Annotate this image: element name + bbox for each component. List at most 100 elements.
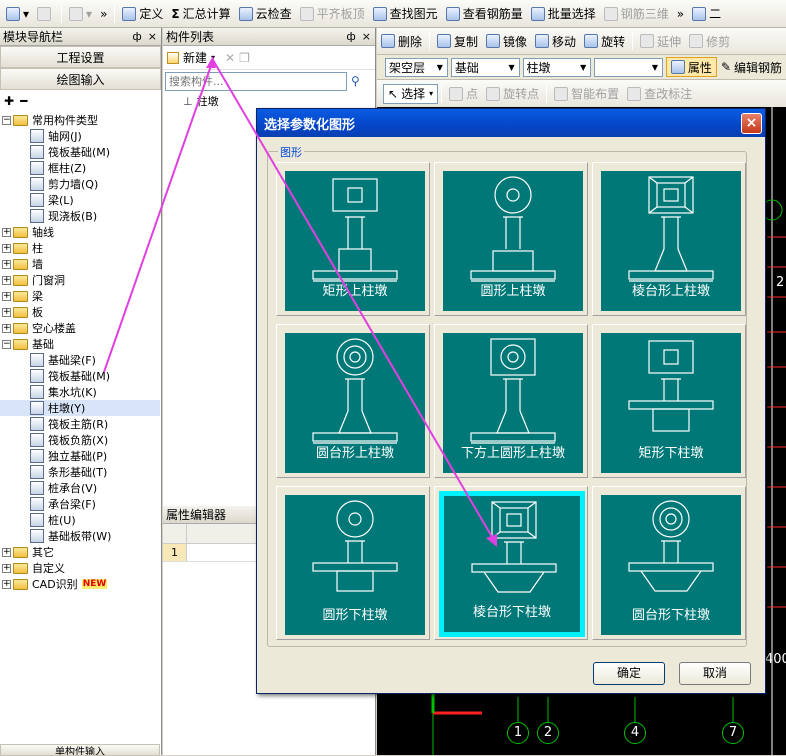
collapse-all-icon[interactable]: ━	[20, 94, 27, 108]
tree-item[interactable]: 基础板带(W)	[0, 528, 160, 544]
shape-option[interactable]: 圆形上柱墩	[434, 162, 588, 316]
cancel-button[interactable]: 取消	[679, 662, 751, 685]
define-button[interactable]: 定义	[118, 3, 167, 25]
pin-icon[interactable]: ф	[132, 30, 141, 43]
move-button[interactable]: 移动	[531, 30, 580, 52]
search-input[interactable]	[165, 71, 347, 91]
edit-annotation-button[interactable]: 查改标注	[623, 83, 696, 105]
expand-icon[interactable]: +	[2, 227, 11, 237]
shape-option[interactable]: 棱台形上柱墩	[592, 162, 746, 316]
properties-button[interactable]: 属性	[665, 57, 717, 77]
tree-folder[interactable]: − 常用构件类型	[0, 112, 160, 128]
batch-select-button[interactable]: 批量选择	[527, 3, 600, 25]
expand-icon[interactable]: +	[2, 291, 11, 301]
ok-button[interactable]: 确定	[593, 662, 665, 685]
delete-icon[interactable]: ✕	[225, 51, 235, 65]
save-icon[interactable]	[33, 3, 58, 25]
toolbar-overflow-2[interactable]: »	[673, 3, 688, 25]
edit-rebar-button[interactable]: ✎ 编辑钢筋	[717, 56, 786, 78]
expand-icon[interactable]: +	[2, 547, 11, 557]
tree-item[interactable]: 集水坑(K)	[0, 384, 160, 400]
tree-folder[interactable]: + 板	[0, 304, 160, 320]
expand-icon[interactable]: +	[2, 579, 11, 589]
tree-item[interactable]: 承台梁(F)	[0, 496, 160, 512]
collapse-icon[interactable]: −	[2, 115, 11, 125]
trim-button[interactable]: 修剪	[685, 30, 734, 52]
dropdown-arrow-icon[interactable]: ▾	[211, 53, 215, 62]
mirror-button[interactable]: 镜像	[482, 30, 531, 52]
tree-item[interactable]: 梁(L)	[0, 192, 160, 208]
tree-item[interactable]: 筏板主筋(R)	[0, 416, 160, 432]
tree-item[interactable]: 柱墩(Y)	[0, 400, 160, 416]
flat-slab-top-button[interactable]: 平齐板顶	[296, 3, 369, 25]
tree-item[interactable]: 筏板基础(M)	[0, 368, 160, 384]
cloud-check-button[interactable]: 云检查	[235, 3, 296, 25]
shape-option[interactable]: 圆形下柱墩	[276, 486, 430, 640]
point-button[interactable]: 点	[445, 83, 482, 105]
spec-select[interactable]: ▼	[594, 57, 663, 77]
component-select[interactable]: 柱墩 ▼	[522, 57, 592, 77]
tree-folder[interactable]: − 基础	[0, 336, 160, 352]
shape-option[interactable]: 棱台形下柱墩	[434, 486, 588, 640]
copy-button[interactable]: 复制	[433, 30, 482, 52]
toolbar-overflow[interactable]: »	[96, 3, 111, 25]
shape-option[interactable]: 圆台形上柱墩	[276, 324, 430, 478]
shape-option[interactable]: 矩形上柱墩	[276, 162, 430, 316]
view-rebar-qty-button[interactable]: 查看钢筋量	[442, 3, 527, 25]
pin-icon[interactable]: ф	[346, 30, 355, 43]
shape-option[interactable]: 矩形下柱墩	[592, 324, 746, 478]
tree-item[interactable]: 桩(U)	[0, 512, 160, 528]
tree-item[interactable]: 桩承台(V)	[0, 480, 160, 496]
find-element-button[interactable]: 查找图元	[369, 3, 442, 25]
delete-button[interactable]: 删除	[377, 30, 426, 52]
tree-item[interactable]: 现浇板(B)	[0, 208, 160, 224]
file-open-icon[interactable]: ▾	[2, 3, 33, 25]
expand-icon[interactable]: +	[2, 259, 11, 269]
tree-folder[interactable]: + 门窗洞	[0, 272, 160, 288]
tree-item[interactable]: 剪力墙(Q)	[0, 176, 160, 192]
tree-folder[interactable]: + 空心楼盖	[0, 320, 160, 336]
tree-item[interactable]: 筏板负筋(X)	[0, 432, 160, 448]
expand-all-icon[interactable]: ✚	[4, 94, 14, 108]
close-button[interactable]: ×	[741, 112, 762, 134]
tree-folder[interactable]: + CAD识别 NEW	[0, 576, 160, 592]
search-icon[interactable]: ⚲	[351, 74, 360, 88]
tree-folder[interactable]: + 墙	[0, 256, 160, 272]
sum-calc-button[interactable]: Σ 汇总计算	[167, 3, 234, 25]
tree-item[interactable]: 基础梁(F)	[0, 352, 160, 368]
expand-icon[interactable]: +	[2, 307, 11, 317]
new-component-button[interactable]: 新建	[183, 49, 207, 66]
rebar-3d-button[interactable]: 钢筋三维	[600, 3, 673, 25]
select-button[interactable]: ↖ 选择 ▾	[383, 83, 439, 104]
tree-item[interactable]: 框柱(Z)	[0, 160, 160, 176]
expand-icon[interactable]: +	[2, 275, 11, 285]
tree-item[interactable]: 筏板基础(M)	[0, 144, 160, 160]
shape-option[interactable]: 下方上圆形上柱墩	[434, 324, 588, 478]
tree-item[interactable]: 独立基础(P)	[0, 448, 160, 464]
category-select[interactable]: 基础 ▼	[450, 57, 520, 77]
rotate-button[interactable]: 旋转	[580, 30, 629, 52]
smart-place-button[interactable]: 智能布置	[550, 83, 623, 105]
close-icon[interactable]: ×	[148, 30, 157, 43]
floor-select[interactable]: 架空层 ▼	[385, 57, 448, 77]
extend-button[interactable]: 延伸	[636, 30, 685, 52]
project-settings-button[interactable]: 工程设置	[0, 46, 161, 68]
tree-folder[interactable]: + 其它	[0, 544, 160, 560]
expand-icon[interactable]: +	[2, 243, 11, 253]
view-2d-button[interactable]: 二	[688, 3, 725, 25]
tree-folder[interactable]: + 柱	[0, 240, 160, 256]
tree-folder[interactable]: + 轴线	[0, 224, 160, 240]
tree-item[interactable]: 条形基础(T)	[0, 464, 160, 480]
expand-icon[interactable]: +	[2, 563, 11, 573]
copy-icon[interactable]: ❐	[239, 51, 250, 65]
tree-item[interactable]: 轴网(J)	[0, 128, 160, 144]
rotate-point-button[interactable]: 旋转点	[482, 83, 543, 105]
drawing-input-button[interactable]: 绘图输入	[0, 68, 161, 90]
single-component-input-button[interactable]: 单构件输入	[0, 744, 160, 756]
collapse-icon[interactable]: −	[2, 339, 11, 349]
undo-icon[interactable]: ▾	[65, 3, 96, 25]
close-icon[interactable]: ×	[362, 30, 371, 43]
tree-folder[interactable]: + 自定义	[0, 560, 160, 576]
expand-icon[interactable]: +	[2, 323, 11, 333]
tree-folder[interactable]: + 梁	[0, 288, 160, 304]
